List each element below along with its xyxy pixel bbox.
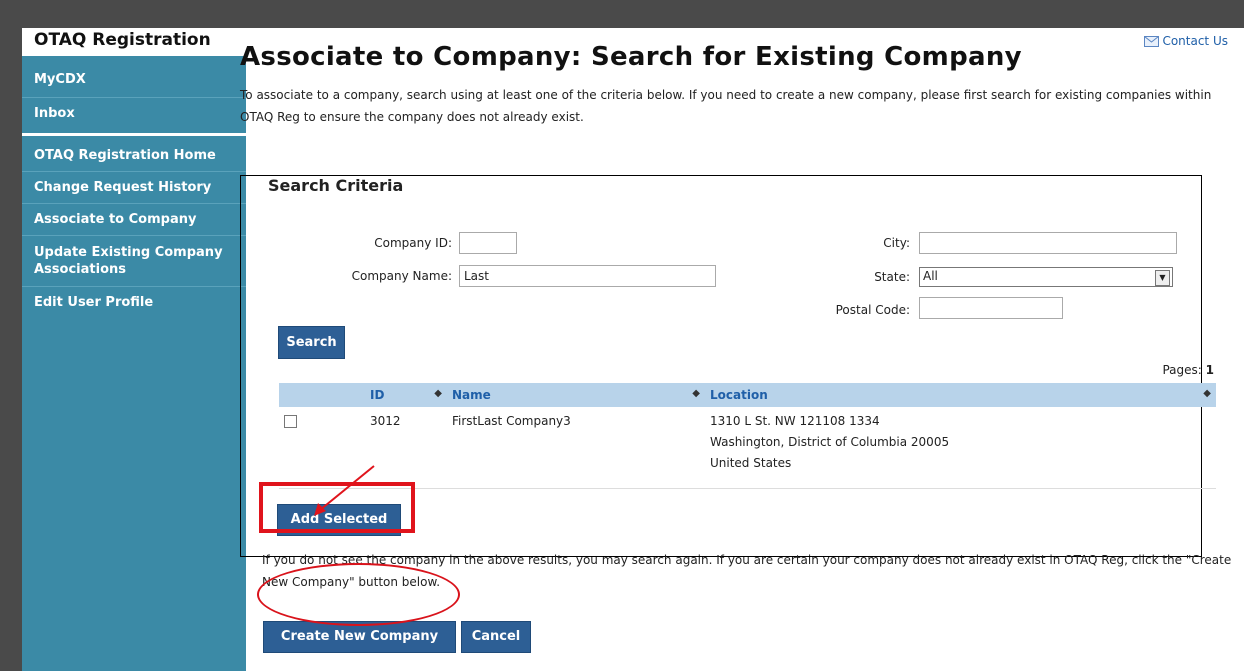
annotation-arrow: [314, 465, 375, 516]
